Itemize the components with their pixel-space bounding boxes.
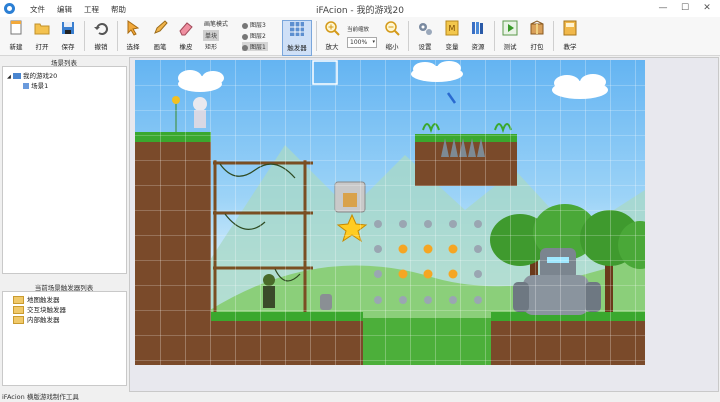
zoom-out-button[interactable]: 缩小 — [380, 20, 404, 54]
grass-field — [363, 318, 491, 365]
layer-2-option[interactable]: 图层2 — [242, 31, 266, 40]
dirt-ground-middle — [211, 318, 363, 365]
dirt-ground-right — [491, 318, 645, 365]
scene-tree-item[interactable]: 场景1 — [23, 80, 48, 90]
sunflower — [172, 96, 180, 132]
brush-mode-rect[interactable]: 矩形 — [203, 41, 219, 52]
gravestone — [320, 294, 332, 310]
resources-button[interactable]: 资源 — [466, 20, 490, 54]
grass-ground-middle — [211, 312, 363, 321]
trigger-item-map[interactable]: 地图触发器 — [13, 294, 60, 304]
folder-icon — [13, 296, 24, 304]
cursor-arrow-icon — [127, 20, 140, 36]
layer-icon — [242, 33, 248, 40]
undo-button[interactable]: 撤销 — [89, 20, 113, 54]
trigger-item-interactive[interactable]: 交互块触发器 — [13, 304, 66, 314]
trigger-button[interactable]: 触发器 — [282, 20, 312, 56]
layer-3-option[interactable]: 图层3 — [242, 20, 266, 29]
tile-selection-cursor — [312, 60, 338, 85]
play-icon — [502, 20, 518, 36]
maximize-button[interactable]: ☐ — [676, 2, 694, 15]
collapse-icon[interactable]: ◢ — [7, 74, 11, 80]
floating-platform — [415, 140, 517, 186]
scene-list-pane: ◢ 我的游戏20 场景1 — [2, 66, 127, 274]
new-file-icon — [10, 20, 22, 35]
goblin-enemy — [263, 274, 275, 308]
brush-mode-single[interactable]: 单块 — [203, 30, 220, 41]
status-bar-text: iFAcion 横版游戏制作工具 — [2, 393, 79, 401]
undo-arrow-icon — [94, 23, 108, 35]
player-character — [193, 97, 207, 128]
scene-artwork — [135, 60, 645, 365]
layer-1-option[interactable]: 图层1 — [242, 42, 268, 51]
flying-item — [446, 92, 457, 104]
eraser-tool-button[interactable]: 橡皮 — [174, 20, 198, 54]
scene-tree-root[interactable]: ◢ 我的游戏20 — [7, 70, 57, 80]
grass-top-left — [135, 132, 211, 142]
eraser-icon — [179, 22, 193, 36]
game-scene-canvas[interactable] — [135, 60, 645, 365]
trigger-preview-image — [343, 193, 357, 207]
zoom-out-icon — [385, 21, 400, 36]
minimize-button[interactable]: — — [654, 2, 672, 15]
tutorial-book-icon — [563, 20, 577, 36]
close-button[interactable]: ✕ — [698, 2, 716, 15]
trigger-list-pane: 地图触发器 交互块触发器 内部触发器 — [2, 291, 127, 386]
trigger-grid-icon — [290, 22, 304, 36]
layer-icon — [242, 44, 248, 51]
folder-icon — [13, 306, 24, 314]
title-bar: 文件 编辑 工程 帮助 iFAcion - 我的游戏20 — ☐ ✕ — [0, 0, 720, 17]
save-button[interactable]: 保存 — [56, 20, 80, 54]
package-box-icon — [530, 20, 544, 35]
zoom-in-button[interactable]: 放大 — [320, 20, 344, 54]
grass-tuft — [422, 123, 440, 134]
trigger-item-internal[interactable]: 内部触发器 — [13, 314, 60, 324]
dirt-column-left — [135, 138, 211, 365]
grass-tuft — [494, 123, 512, 134]
package-button[interactable]: 打包 — [525, 20, 549, 54]
folder-icon — [13, 316, 24, 324]
project-icon — [12, 73, 21, 79]
brush-mode-label: 画笔模式 — [204, 21, 229, 28]
svg-text:M: M — [449, 24, 456, 33]
zoom-select[interactable]: 100% ▾ — [347, 37, 377, 48]
toolbar: 新建 打开 保存 撤销 选择 画笔 橡皮 画笔模式 单块 矩形 图层3 图层2 … — [0, 17, 720, 56]
cloud — [178, 61, 608, 99]
pen-brush-icon — [154, 20, 168, 34]
save-disk-icon — [62, 22, 74, 34]
books-icon — [472, 22, 483, 34]
scene-icon — [23, 83, 29, 89]
window-title: iFAcion - 我的游戏20 — [316, 6, 404, 16]
zoom-in-icon — [325, 21, 340, 36]
zoom-label: 当前缩放 — [347, 27, 370, 33]
layer-icon — [242, 22, 248, 29]
variables-icon: M — [445, 20, 459, 36]
gear-icon — [419, 23, 432, 35]
folder-open-icon — [34, 23, 50, 35]
tutorial-button[interactable]: 教学 — [558, 20, 582, 54]
